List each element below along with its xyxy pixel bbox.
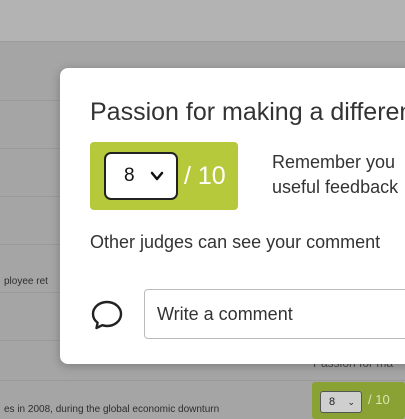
speech-bubble-icon	[91, 300, 123, 330]
background-text-line: es in 2008, during the global economic d…	[4, 404, 220, 415]
reminder-line: Remember you	[272, 152, 396, 172]
score-box: 8 / 10	[90, 142, 238, 210]
modal-title: Passion for making a differenc	[90, 98, 405, 126]
background-score-value: 8	[329, 396, 336, 408]
background-text-snippet: ployee ret	[4, 276, 48, 287]
score-select[interactable]: 8	[104, 152, 178, 200]
reminder-text: Remember you useful feedback	[272, 150, 398, 200]
chevron-down-icon	[150, 171, 164, 181]
reminder-line: useful feedback	[272, 177, 399, 197]
background-header	[0, 0, 405, 42]
comment-input[interactable]	[144, 289, 405, 339]
score-out-of: / 10	[184, 162, 226, 190]
score-select-value: 8	[124, 165, 135, 186]
comment-visibility-note: Other judges can see your comment	[90, 232, 381, 252]
background-score-select: 8 ⌄	[320, 391, 362, 413]
background-score-out-of: / 10	[368, 392, 390, 407]
background-row-divider	[0, 380, 405, 381]
chevron-down-icon: ⌄	[347, 397, 355, 407]
score-comment-modal: Passion for making a differenc 8 / 10 Re…	[60, 68, 405, 364]
